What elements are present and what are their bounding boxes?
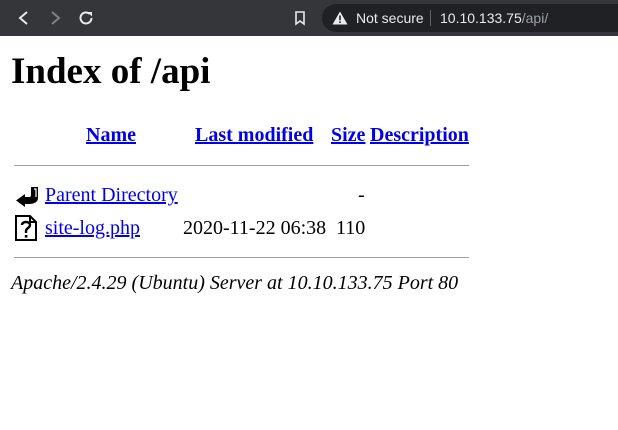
- security-label[interactable]: Not secure: [356, 10, 424, 26]
- text-file-icon: [15, 215, 37, 241]
- address-bar[interactable]: Not secure 10.10.133.75/api/: [322, 4, 618, 32]
- bookmark-icon: [295, 11, 305, 26]
- column-header-size[interactable]: Size: [331, 124, 365, 147]
- parent-directory-link[interactable]: Parent Directory: [45, 184, 178, 207]
- page-content: Index of /api Name Last modified Size De…: [0, 36, 618, 430]
- column-header-name[interactable]: Name: [86, 124, 136, 147]
- browser-toolbar: Not secure 10.10.133.75/api/: [0, 0, 618, 36]
- forward-button[interactable]: [45, 8, 65, 28]
- back-icon: [18, 11, 28, 25]
- warning-icon: [332, 11, 348, 25]
- header-divider: [14, 165, 469, 166]
- row-size: -: [358, 184, 365, 206]
- footer-divider: [14, 257, 469, 258]
- back-button[interactable]: [14, 8, 34, 28]
- column-header-last-modified[interactable]: Last modified: [195, 124, 313, 147]
- bookmark-button[interactable]: [290, 8, 310, 28]
- server-signature: Apache/2.4.29 (Ubuntu) Server at 10.10.1…: [11, 272, 459, 294]
- reload-icon: [79, 11, 93, 25]
- reload-button[interactable]: [76, 8, 96, 28]
- url-path: /api/: [521, 10, 549, 26]
- file-link-site-log[interactable]: site-log.php: [45, 217, 140, 240]
- page-title: Index of /api: [11, 51, 211, 92]
- divider: [430, 10, 431, 26]
- row-size: 110: [336, 217, 366, 239]
- back-arrow-icon: [16, 187, 38, 207]
- column-header-description[interactable]: Description: [370, 124, 469, 147]
- row-last-modified: 2020-11-22 06:38: [183, 217, 327, 239]
- forward-icon: [51, 11, 61, 25]
- url-text[interactable]: 10.10.133.75/api/: [440, 10, 548, 26]
- url-host: 10.10.133.75: [440, 10, 522, 26]
